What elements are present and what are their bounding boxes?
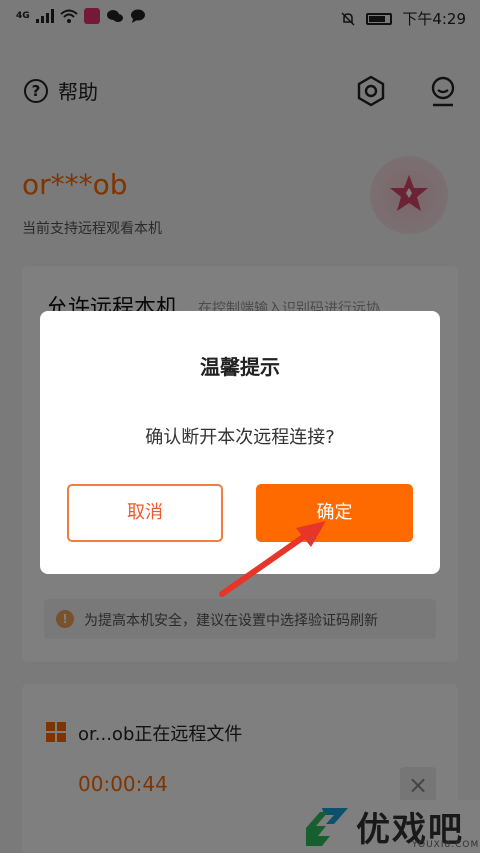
dialog-message: 确认断开本次远程连接? — [145, 427, 335, 448]
cancel-button[interactable]: 取消 — [67, 484, 223, 542]
confirm-dialog: 温馨提示 确认断开本次远程连接? 取消 确定 — [40, 311, 440, 574]
dialog-title: 温馨提示 — [200, 355, 280, 379]
confirm-button[interactable]: 确定 — [256, 484, 413, 542]
